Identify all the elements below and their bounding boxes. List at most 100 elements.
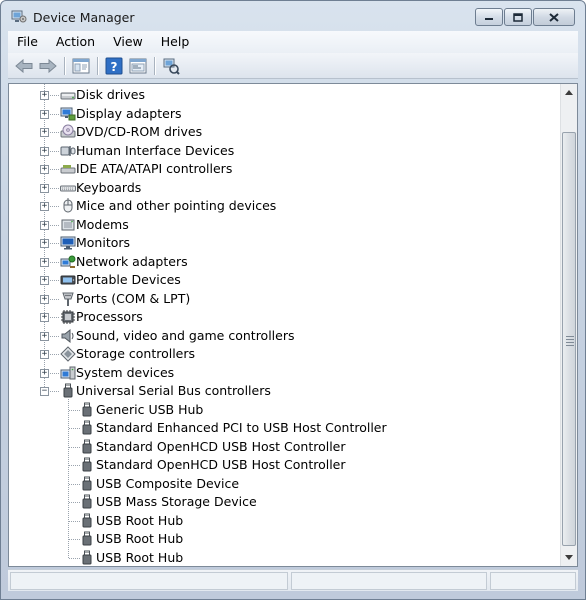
tree-device-row[interactable]: USB Composite Device [9,475,559,493]
expand-toggle[interactable]: + [40,294,49,304]
scroll-down-icon [565,555,573,560]
tree-category-row[interactable]: + DVD/CD-ROM drives [9,123,559,141]
tree-category-row[interactable]: + Portable Devices [9,271,559,289]
scroll-grip [566,336,574,348]
tree-category-row[interactable]: + Storage controllers [9,345,559,363]
processor-icon [61,310,75,324]
tree-device-label: Standard OpenHCD USB Host Controller [96,457,346,472]
tree-category-row[interactable]: + Monitors [9,234,559,252]
tree-device-row[interactable]: Standard OpenHCD USB Host Controller [9,456,559,474]
scroll-up-button[interactable] [561,84,577,101]
expand-toggle[interactable]: + [40,220,49,230]
device-manager-icon [11,10,27,23]
close-icon [549,12,559,22]
tree-device-row[interactable]: USB Root Hub [9,512,559,530]
tree-category-label: Sound, video and game controllers [76,327,295,343]
status-pane-right [490,572,576,590]
tree-category-row[interactable]: + System devices [9,364,559,382]
minimize-button[interactable] [475,8,503,26]
tree-category-row[interactable]: + IDE ATA/ATAPI controllers [9,160,559,178]
menu-help[interactable]: Help [152,31,199,53]
help-icon: ? [105,57,123,74]
tree-category-row[interactable]: + Sound, video and game controllers [9,327,559,345]
tree-category-row[interactable]: + Network adapters [9,253,559,271]
show-hide-tree-button[interactable] [69,55,93,77]
tree-category-label: Portable Devices [76,272,181,287]
storage-controller-icon [60,346,76,362]
tree-category-row[interactable]: + Keyboards [9,179,559,197]
tree-category-label: Ports (COM & LPT) [76,290,191,306]
tree-device-row[interactable]: USB Root Hub [9,530,559,548]
expand-toggle[interactable]: + [40,128,49,137]
tree-category-row[interactable]: + Mice and other pointing devices [9,197,559,215]
expand-toggle[interactable]: + [40,350,49,359]
tree-category-row[interactable]: + Human Interface Devices [9,142,559,160]
usb-icon [82,494,92,509]
usb-icon [82,457,92,472]
menu-action[interactable]: Action [47,31,104,53]
help-button[interactable]: ? [102,55,126,77]
dvd-drive-icon [60,124,76,138]
tree-category-row[interactable]: + Display adapters [9,105,559,123]
tree-category-row[interactable]: − Universal Serial Bus controllers [9,382,559,400]
hid-icon [60,145,76,156]
collapse-toggle[interactable]: − [40,387,49,396]
tree-category-row[interactable]: + Processors [9,308,559,326]
properties-pane-icon [72,58,90,73]
vertical-scrollbar[interactable] [560,84,577,566]
modem-icon [61,219,75,230]
tree-category-row[interactable]: + Modems [9,216,559,234]
tree-device-row[interactable]: USB Mass Storage Device [9,493,559,511]
tree-device-row[interactable]: Standard OpenHCD USB Host Controller [9,438,559,456]
tree-device-label: USB Root Hub [96,531,184,546]
action-pane-button[interactable] [126,55,150,77]
expand-toggle[interactable]: + [40,91,49,100]
usb-icon [82,439,92,453]
forward-button[interactable] [36,55,60,77]
tree-category-label: IDE ATA/ATAPI controllers [76,161,233,176]
mouse-icon [63,198,73,213]
expand-toggle[interactable]: + [40,183,49,193]
expand-toggle[interactable]: + [40,239,49,248]
tree-device-label: Standard Enhanced PCI to USB Host Contro… [96,420,387,435]
expand-toggle[interactable]: + [40,202,49,211]
expand-toggle[interactable]: + [40,146,49,156]
tree-device-row[interactable]: Standard Enhanced PCI to USB Host Contro… [9,419,559,437]
tree-category-row[interactable]: + Disk drives [9,86,559,104]
close-button[interactable] [533,8,575,26]
tree-device-row[interactable]: Generic USB Hub [9,401,559,419]
expand-toggle[interactable]: + [40,109,49,119]
expand-toggle[interactable]: + [40,257,49,267]
sound-icon [61,328,74,343]
expand-toggle[interactable]: + [40,313,49,322]
tree-category-label: Universal Serial Bus controllers [76,383,271,398]
scroll-thumb[interactable] [562,132,576,546]
portable-device-icon [60,275,76,285]
expand-toggle[interactable]: + [40,276,49,285]
status-pane-middle [291,572,487,590]
menu-view[interactable]: View [104,31,152,53]
tree-category-label: Storage controllers [76,346,196,361]
maximize-button[interactable] [504,8,532,26]
usb-icon [82,476,92,490]
title-bar[interactable]: Device Manager [1,1,585,31]
expand-toggle[interactable]: + [40,331,49,341]
port-icon [62,292,74,306]
window-title: Device Manager [33,10,135,25]
expand-toggle[interactable]: + [40,368,49,378]
status-bar [8,569,578,591]
back-button[interactable] [12,55,36,77]
menu-file[interactable]: File [8,31,47,53]
usb-icon [82,531,92,546]
network-adapter-icon [60,255,76,268]
forward-arrow-icon [39,58,57,73]
expand-toggle[interactable]: + [40,165,49,174]
scan-hardware-button[interactable] [159,55,183,77]
scroll-down-button[interactable] [561,549,577,566]
tree-category-label: DVD/CD-ROM drives [76,124,203,139]
system-device-icon [60,366,76,379]
tree-device-row[interactable]: USB Root Hub [9,549,559,567]
toolbar-separator [64,56,65,75]
tree-category-label: Processors [76,309,143,324]
tree-category-row[interactable]: + Ports (COM & LPT) [9,290,559,308]
